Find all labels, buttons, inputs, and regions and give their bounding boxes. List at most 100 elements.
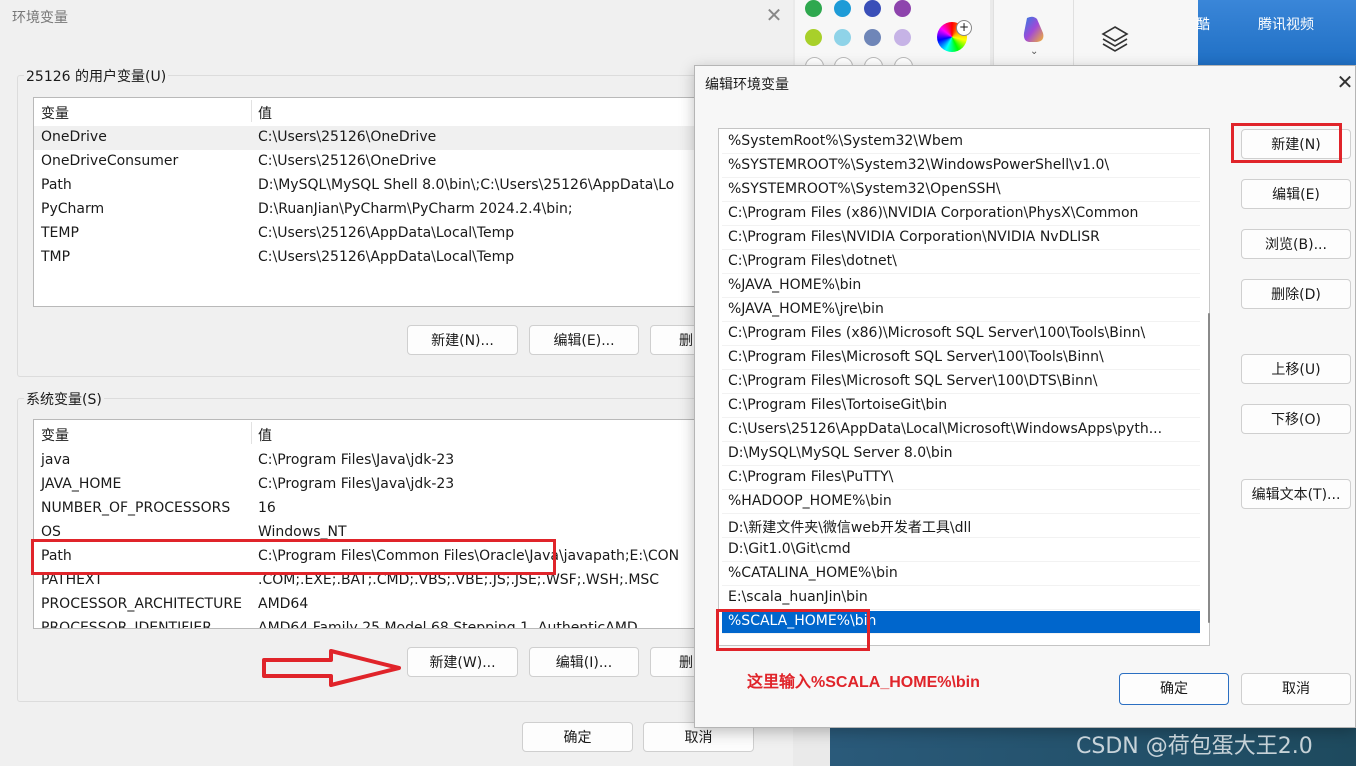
var-value: Windows_NT — [258, 524, 347, 540]
dialog-title: 编辑环境变量 — [705, 77, 789, 93]
list-item[interactable]: C:\Program Files\Microsoft SQL Server\10… — [722, 347, 1200, 370]
watermark: CSDN @荷包蛋大王2.0 — [1076, 734, 1313, 759]
scrollbar[interactable] — [1208, 313, 1210, 623]
var-value: .COM;.EXE;.BAT;.CMD;.VBS;.VBE;.JS;.JSE;.… — [258, 572, 660, 588]
list-item-selected[interactable]: %SCALA_HOME%\bin — [722, 611, 1200, 634]
var-value: AMD64 Family 25 Model 68 Stepping 1, Aut… — [258, 620, 638, 629]
list-item[interactable]: C:\Program Files\dotnet\ — [722, 251, 1200, 274]
edit-text-button[interactable]: 编辑文本(T)... — [1241, 479, 1351, 509]
list-item[interactable]: C:\Program Files\Microsoft SQL Server\10… — [722, 371, 1200, 394]
table-row[interactable]: PROCESSOR_IDENTIFIER AMD64 Family 25 Mode… — [34, 617, 714, 629]
env-vars-window: 环境变量 ✕ 25126 的用户变量(U) 变量 值 OneDrive C:\Us… — [0, 0, 809, 766]
ok-button[interactable]: 确定 — [522, 722, 633, 752]
cancel-button[interactable]: 取消 — [1241, 673, 1351, 705]
move-up-button[interactable]: 上移(U) — [1241, 354, 1351, 384]
color-swatch[interactable] — [894, 0, 911, 17]
table-row[interactable]: TEMP C:\Users\25126\AppData\Local\Temp — [34, 222, 714, 246]
system-vars-list[interactable]: 变量 值 java C:\Program Files\Java\jdk-23 JA… — [33, 419, 715, 629]
var-value: D:\RuanJian\PyCharm\PyCharm 2024.2.4\bin… — [258, 201, 573, 217]
user-edit-button[interactable]: 编辑(E)... — [529, 325, 639, 355]
list-item[interactable]: %SYSTEMROOT%\System32\WindowsPowerShell\… — [722, 155, 1200, 178]
table-row[interactable]: PATHEXT .COM;.EXE;.BAT;.CMD;.VBS;.VBE;.JS… — [34, 569, 714, 593]
var-value: C:\Users\25126\AppData\Local\Temp — [258, 225, 515, 241]
color-swatch[interactable] — [834, 0, 851, 17]
color-swatch[interactable] — [894, 29, 911, 46]
color-swatch[interactable] — [805, 29, 822, 46]
list-item[interactable]: %SYSTEMROOT%\System32\OpenSSH\ — [722, 179, 1200, 202]
var-value: C:\Users\25126\OneDrive — [258, 153, 437, 169]
color-palette: + — [795, 0, 990, 76]
list-item[interactable]: C:\Users\25126\AppData\Local\Microsoft\W… — [722, 419, 1200, 442]
table-row[interactable]: Path D:\MySQL\MySQL Shell 8.0\bin\;C:\Use… — [34, 174, 714, 198]
list-item[interactable]: D:\Git1.0\Git\cmd — [722, 539, 1200, 562]
var-name: TEMP — [41, 225, 79, 241]
list-item[interactable]: C:\Program Files (x86)\NVIDIA Corporatio… — [722, 203, 1200, 226]
edit-button[interactable]: 编辑(E) — [1241, 179, 1351, 209]
user-new-button[interactable]: 新建(N)... — [407, 325, 518, 355]
system-edit-button[interactable]: 编辑(I)... — [529, 647, 639, 677]
var-value: C:\Program Files\Java\jdk-23 — [258, 476, 455, 492]
list-item[interactable]: C:\Program Files\TortoiseGit\bin — [722, 395, 1200, 418]
desktop-icon-label[interactable]: 酷 — [1196, 14, 1210, 34]
list-item[interactable]: C:\Program Files\NVIDIA Corporation\NVID… — [722, 227, 1200, 250]
column-header-variable[interactable]: 变量 — [41, 425, 69, 445]
user-vars-list[interactable]: 变量 值 OneDrive C:\Users\25126\OneDrive One… — [33, 97, 715, 307]
table-row[interactable]: PyCharm D:\RuanJian\PyCharm\PyCharm 2024.… — [34, 198, 714, 222]
desktop-area: 酷 腾讯视频 — [1196, 0, 1356, 66]
list-header: 变量 值 — [34, 98, 714, 124]
table-row[interactable]: java C:\Program Files\Java\jdk-23 — [34, 449, 714, 473]
copilot-icon[interactable] — [1019, 15, 1051, 45]
var-name: OneDrive — [41, 129, 107, 145]
column-header-variable[interactable]: 变量 — [41, 103, 69, 123]
delete-button[interactable]: 删除(D) — [1241, 279, 1351, 309]
annotation-hint: 这里输入%SCALA_HOME%\bin — [747, 674, 980, 691]
var-name: java — [41, 452, 71, 468]
close-icon[interactable]: ✕ — [1333, 70, 1356, 94]
edit-env-dialog: 编辑环境变量 ✕ %SystemRoot%\System32\Wbem %SYS… — [694, 65, 1356, 728]
color-swatch[interactable] — [864, 0, 881, 17]
var-name: PROCESSOR_ARCHITECTURE — [41, 596, 242, 612]
path-entries-list[interactable]: %SystemRoot%\System32\Wbem %SYSTEMROOT%\… — [718, 128, 1210, 646]
table-row[interactable]: PROCESSOR_ARCHITECTURE AMD64 — [34, 593, 714, 617]
list-item[interactable]: E:\scala_huanJin\bin — [722, 587, 1200, 610]
list-item[interactable]: %HADOOP_HOME%\bin — [722, 491, 1200, 514]
new-button[interactable]: 新建(N) — [1241, 129, 1351, 159]
var-name: TMP — [41, 249, 71, 265]
color-swatch[interactable] — [864, 29, 881, 46]
var-name: JAVA_HOME — [41, 476, 122, 492]
list-item[interactable]: C:\Program Files (x86)\Microsoft SQL Ser… — [722, 323, 1200, 346]
list-item[interactable]: %SystemRoot%\System32\Wbem — [722, 131, 1200, 154]
list-item[interactable]: %JAVA_HOME%\bin — [722, 275, 1200, 298]
layers-icon[interactable] — [1100, 24, 1130, 54]
table-row[interactable]: NUMBER_OF_PROCESSORS 16 — [34, 497, 714, 521]
column-header-value[interactable]: 值 — [258, 425, 272, 445]
var-value: 16 — [258, 500, 276, 516]
table-row[interactable]: TMP C:\Users\25126\AppData\Local\Temp — [34, 246, 714, 270]
column-header-value[interactable]: 值 — [258, 103, 272, 123]
table-row[interactable]: OS Windows_NT — [34, 521, 714, 545]
list-item[interactable]: C:\Program Files\PuTTY\ — [722, 467, 1200, 490]
table-row[interactable]: Path C:\Program Files\Common Files\Oracle… — [34, 545, 714, 569]
list-item[interactable]: %CATALINA_HOME%\bin — [722, 563, 1200, 586]
color-swatch[interactable] — [834, 29, 851, 46]
move-down-button[interactable]: 下移(O) — [1241, 404, 1351, 434]
list-item[interactable]: D:\新建文件夹\微信web开发者工具\dll — [722, 515, 1200, 538]
list-item[interactable]: D:\MySQL\MySQL Server 8.0\bin — [722, 443, 1200, 466]
close-icon[interactable]: ✕ — [762, 3, 786, 27]
chevron-down-icon[interactable]: ⌄ — [1030, 46, 1038, 57]
add-color-icon[interactable]: + — [956, 20, 972, 36]
system-new-button[interactable]: 新建(W)... — [407, 647, 518, 677]
browse-button[interactable]: 浏览(B)... — [1241, 229, 1351, 259]
var-value: AMD64 — [258, 596, 309, 612]
var-value: C:\Program Files\Common Files\Oracle\Jav… — [258, 548, 680, 564]
var-name: PATHEXT — [41, 572, 103, 588]
table-row[interactable]: OneDrive C:\Users\25126\OneDrive — [34, 126, 714, 150]
var-name: Path — [41, 177, 72, 193]
ok-button[interactable]: 确定 — [1119, 673, 1229, 705]
table-row[interactable]: OneDriveConsumer C:\Users\25126\OneDrive — [34, 150, 714, 174]
user-vars-label: 25126 的用户变量(U) — [24, 66, 169, 86]
list-item[interactable]: %JAVA_HOME%\jre\bin — [722, 299, 1200, 322]
desktop-icon-label[interactable]: 腾讯视频 — [1258, 14, 1314, 34]
color-swatch[interactable] — [805, 0, 822, 17]
table-row[interactable]: JAVA_HOME C:\Program Files\Java\jdk-23 — [34, 473, 714, 497]
